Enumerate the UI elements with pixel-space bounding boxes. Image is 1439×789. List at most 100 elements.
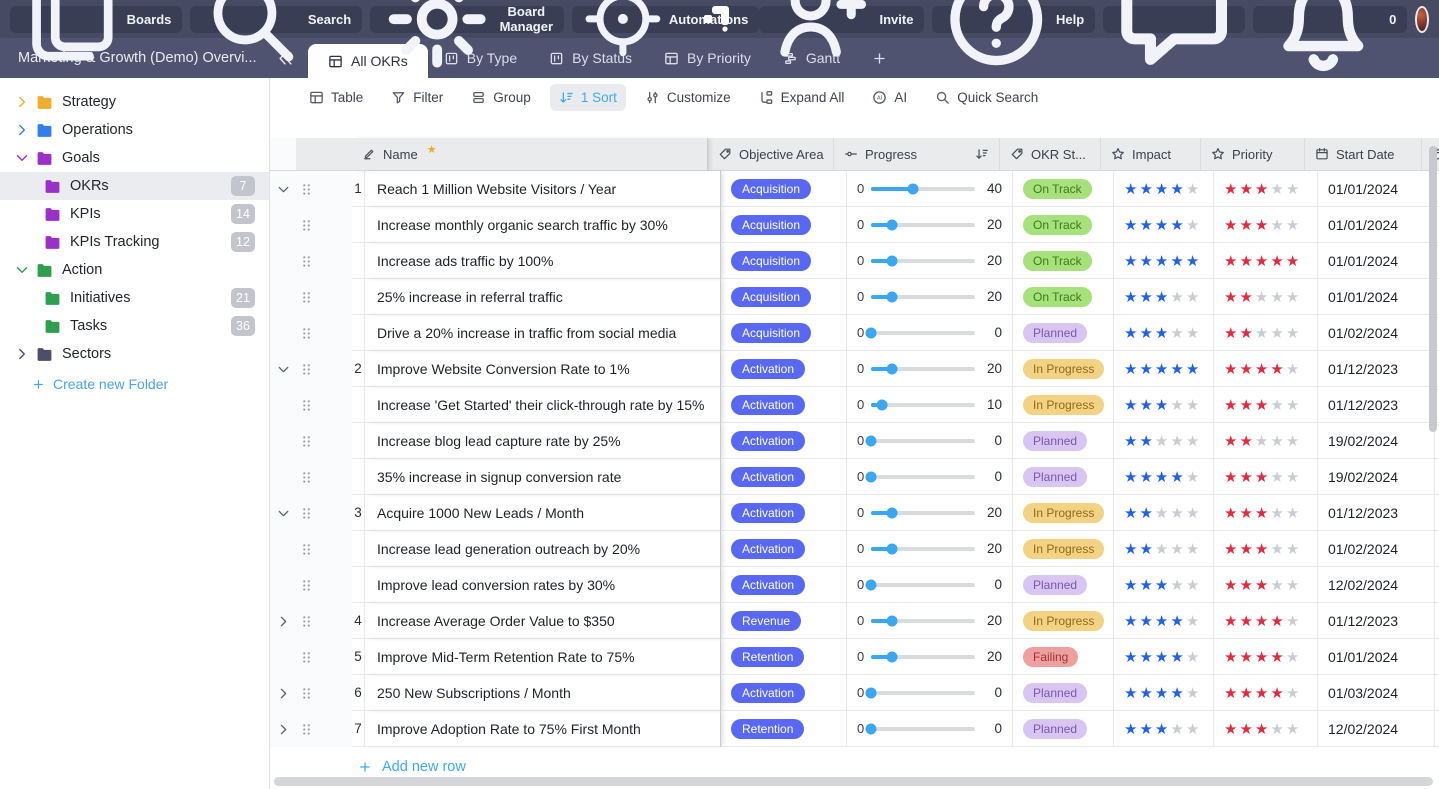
priority-cell[interactable]: ★★★★★	[1214, 207, 1318, 243]
okr-status-cell[interactable]: Planned	[1013, 459, 1114, 495]
star-icon[interactable]: ★	[1124, 612, 1139, 630]
column-header-impact[interactable]: Impact	[1101, 138, 1201, 171]
priority-cell[interactable]: ★★★★★	[1214, 351, 1318, 387]
objective-area-cell[interactable]: Retention	[721, 639, 847, 675]
objective-area-cell[interactable]: Acquisition	[721, 207, 847, 243]
star-icon[interactable]: ★	[1255, 324, 1270, 342]
status-badge[interactable]: On Track	[1023, 251, 1092, 271]
star-icon[interactable]: ★	[1286, 576, 1301, 594]
star-icon[interactable]: ★	[1124, 252, 1139, 270]
star-icon[interactable]: ★	[1270, 324, 1285, 342]
name-cell[interactable]: Improve Adoption Rate to 75% First Month	[365, 711, 721, 747]
start-date-cell[interactable]: 01/01/2024	[1318, 639, 1435, 675]
objective-area-cell[interactable]: Activation	[721, 351, 847, 387]
star-icon[interactable]: ★	[1270, 720, 1285, 738]
status-badge[interactable]: In Progress	[1023, 359, 1104, 379]
priority-cell[interactable]: ★★★★★	[1214, 459, 1318, 495]
star-icon[interactable]: ★	[1239, 684, 1254, 702]
objective-area-cell[interactable]: Activation	[721, 531, 847, 567]
column-header-okr-st-[interactable]: OKR St...	[1000, 138, 1101, 171]
toolbar-1-sort[interactable]: 1 Sort	[550, 84, 626, 111]
star-icon[interactable]: ★	[1239, 360, 1254, 378]
name-cell[interactable]: Improve lead conversion rates by 30%	[365, 567, 721, 603]
impact-cell[interactable]: ★★★★★	[1114, 567, 1214, 603]
sidebar-item-strategy[interactable]: Strategy	[0, 88, 269, 116]
status-badge[interactable]: Planned	[1023, 719, 1087, 739]
star-icon[interactable]: ★	[1139, 612, 1154, 630]
chevron-down-icon[interactable]	[14, 150, 30, 166]
priority-cell[interactable]: ★★★★★	[1214, 171, 1318, 207]
progress-thumb[interactable]	[886, 255, 897, 266]
star-icon[interactable]: ★	[1224, 288, 1239, 306]
priority-cell[interactable]: ★★★★★	[1214, 603, 1318, 639]
sidebar-item-sectors[interactable]: Sectors	[0, 340, 269, 368]
star-icon[interactable]: ★	[1286, 288, 1301, 306]
star-icon[interactable]: ★	[1124, 288, 1139, 306]
status-badge[interactable]: On Track	[1023, 215, 1092, 235]
star-icon[interactable]: ★	[1170, 360, 1185, 378]
star-icon[interactable]: ★	[1186, 252, 1201, 270]
status-badge[interactable]: Planned	[1023, 431, 1087, 451]
objective-area-pill[interactable]: Activation	[731, 575, 805, 595]
star-icon[interactable]: ★	[1224, 576, 1239, 594]
objective-area-pill[interactable]: Acquisition	[731, 215, 811, 235]
star-icon[interactable]: ★	[1239, 648, 1254, 666]
star-icon[interactable]: ★	[1186, 684, 1201, 702]
drag-handle[interactable]	[296, 459, 316, 495]
star-icon[interactable]: ★	[1139, 396, 1154, 414]
toolbar-group[interactable]: Group	[462, 84, 540, 111]
objective-area-pill[interactable]: Acquisition	[731, 323, 811, 343]
progress-slider[interactable]	[871, 475, 975, 479]
objective-area-pill[interactable]: Activation	[731, 395, 805, 415]
status-badge[interactable]: In Progress	[1023, 539, 1104, 559]
okr-status-cell[interactable]: In Progress	[1013, 603, 1114, 639]
star-icon[interactable]: ★	[1155, 288, 1170, 306]
star-icon[interactable]: ★	[1124, 216, 1139, 234]
progress-thumb[interactable]	[886, 291, 897, 302]
priority-cell[interactable]: ★★★★★	[1214, 423, 1318, 459]
start-date-cell[interactable]: 01/01/2024	[1318, 171, 1435, 207]
progress-slider[interactable]	[871, 439, 975, 443]
row-expand-toggle[interactable]	[270, 171, 296, 207]
drag-handle[interactable]	[296, 603, 316, 639]
name-cell[interactable]: Improve Mid-Term Retention Rate to 75%	[365, 639, 721, 675]
star-icon[interactable]: ★	[1270, 468, 1285, 486]
star-icon[interactable]: ★	[1239, 216, 1254, 234]
star-icon[interactable]: ★	[1124, 324, 1139, 342]
avatar[interactable]	[1415, 6, 1429, 33]
column-header-start-date[interactable]: Start Date	[1305, 138, 1422, 171]
star-icon[interactable]: ★	[1255, 252, 1270, 270]
status-badge[interactable]: In Progress	[1023, 395, 1104, 415]
start-date-cell[interactable]: 01/12/2023	[1318, 495, 1435, 531]
star-icon[interactable]: ★	[1124, 468, 1139, 486]
objective-area-pill[interactable]: Activation	[731, 431, 805, 451]
status-badge[interactable]: Failing	[1023, 647, 1078, 667]
star-icon[interactable]: ★	[1255, 720, 1270, 738]
star-icon[interactable]: ★	[1270, 252, 1285, 270]
star-icon[interactable]: ★	[1186, 504, 1201, 522]
star-icon[interactable]: ★	[1155, 648, 1170, 666]
star-icon[interactable]: ★	[1170, 504, 1185, 522]
objective-area-pill[interactable]: Activation	[731, 539, 805, 559]
impact-cell[interactable]: ★★★★★	[1114, 243, 1214, 279]
star-icon[interactable]: ★	[1139, 720, 1154, 738]
status-badge[interactable]: Planned	[1023, 575, 1087, 595]
priority-cell[interactable]: ★★★★★	[1214, 279, 1318, 315]
star-icon[interactable]: ★	[1155, 612, 1170, 630]
star-icon[interactable]: ★	[1224, 180, 1239, 198]
priority-cell[interactable]: ★★★★★	[1214, 243, 1318, 279]
star-icon[interactable]: ★	[1270, 540, 1285, 558]
name-cell[interactable]: Increase lead generation outreach by 20%	[365, 531, 721, 567]
progress-thumb[interactable]	[886, 507, 897, 518]
star-icon[interactable]: ★	[1224, 720, 1239, 738]
star-icon[interactable]: ★	[1239, 576, 1254, 594]
name-cell[interactable]: Acquire 1000 New Leads / Month	[365, 495, 721, 531]
okr-status-cell[interactable]: Planned	[1013, 675, 1114, 711]
star-icon[interactable]: ★	[1270, 504, 1285, 522]
star-icon[interactable]: ★	[1139, 504, 1154, 522]
okr-status-cell[interactable]: On Track	[1013, 243, 1114, 279]
objective-area-pill[interactable]: Acquisition	[731, 179, 811, 199]
star-icon[interactable]: ★	[1139, 432, 1154, 450]
star-icon[interactable]: ★	[1270, 612, 1285, 630]
impact-cell[interactable]: ★★★★★	[1114, 351, 1214, 387]
